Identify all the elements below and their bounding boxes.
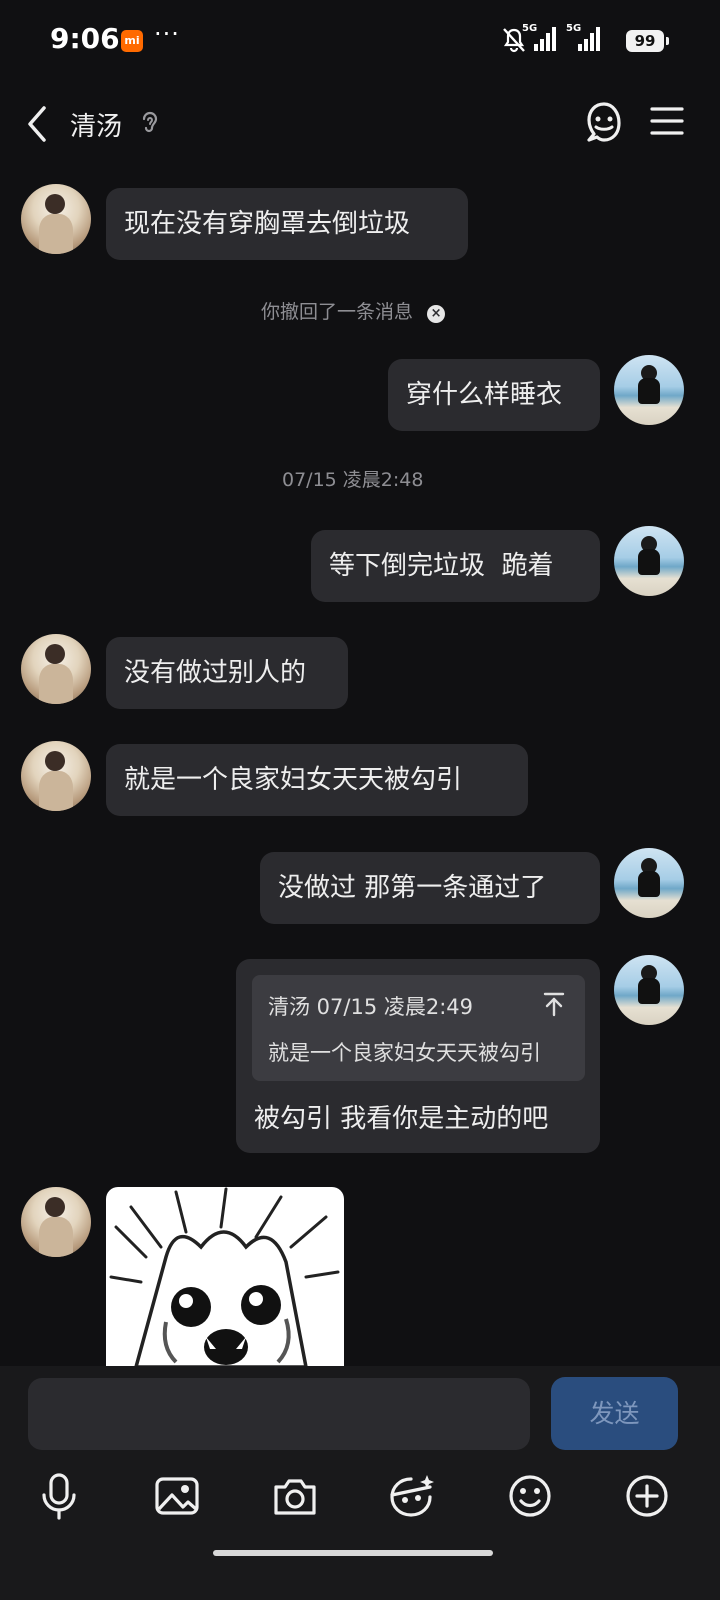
chat-title[interactable]: 清汤 xyxy=(70,106,122,143)
camera-icon[interactable] xyxy=(270,1471,320,1521)
recall-notice-text: 你撤回了一条消息 xyxy=(261,301,414,323)
image-icon[interactable] xyxy=(152,1471,202,1521)
avatar-contact[interactable] xyxy=(21,1187,91,1257)
message-text: 现在没有穿胸罩去倒垃圾 xyxy=(124,209,411,239)
plus-circle-icon[interactable] xyxy=(622,1471,672,1521)
send-button[interactable]: 发送 xyxy=(551,1377,678,1450)
message-input[interactable] xyxy=(28,1378,530,1450)
crying-cat-sticker-icon[interactable] xyxy=(106,1187,344,1367)
input-area: 发送 xyxy=(0,1366,720,1600)
quote-header: 清汤 07/15 凌晨2:49 xyxy=(268,995,474,1019)
message-bubble-received[interactable]: 现在没有穿胸罩去倒垃圾 xyxy=(106,188,468,260)
message-text: 没有做过别人的 xyxy=(124,658,307,688)
message-bubble-sent[interactable]: 穿什么样睡衣 xyxy=(388,359,600,431)
emoji-face-icon[interactable] xyxy=(386,1471,436,1521)
status-time: 9:06 xyxy=(50,22,120,55)
avatar-self[interactable] xyxy=(614,526,684,596)
status-bar: 9:06 mi ··· 5G 5G 99 xyxy=(0,0,720,80)
qq-penguin-icon[interactable] xyxy=(582,100,626,146)
message-text: 穿什么样睡衣 xyxy=(406,380,563,410)
avatar-contact[interactable] xyxy=(21,184,91,254)
recall-notice: 你撤回了一条消息 × xyxy=(261,297,446,324)
battery-icon: 99 xyxy=(626,30,669,52)
message-text: 等下倒完垃圾 跪着 xyxy=(329,551,554,581)
message-bubble-sent[interactable]: 等下倒完垃圾 跪着 xyxy=(311,530,600,602)
message-bubble-received[interactable]: 就是一个良家妇女天天被勾引 xyxy=(106,744,528,816)
jump-to-message-icon[interactable] xyxy=(542,991,566,1017)
hamburger-menu-icon[interactable] xyxy=(650,104,684,138)
message-bubble-sent[interactable]: 没做过 那第一条通过了 xyxy=(260,852,600,924)
avatar-self[interactable] xyxy=(614,848,684,918)
ear-icon[interactable] xyxy=(140,109,160,137)
quote-text: 就是一个良家妇女天天被勾引 xyxy=(268,1041,541,1065)
avatar-contact[interactable] xyxy=(21,741,91,811)
timestamp: 07/15 凌晨2:48 xyxy=(282,469,424,491)
message-bubble-received[interactable]: 没有做过别人的 xyxy=(106,637,348,709)
close-circle-icon[interactable]: × xyxy=(427,305,446,323)
more-notifications-icon: ··· xyxy=(154,20,180,48)
chat-header: 清汤 xyxy=(0,90,720,160)
message-text: 就是一个良家妇女天天被勾引 xyxy=(124,765,463,795)
message-text: 被勾引 我看你是主动的吧 xyxy=(254,1104,549,1134)
home-indicator[interactable] xyxy=(213,1550,493,1556)
quoted-message[interactable]: 清汤 07/15 凌晨2:49 就是一个良家妇女天天被勾引 xyxy=(252,975,585,1081)
smile-icon[interactable] xyxy=(505,1471,555,1521)
microphone-icon[interactable] xyxy=(34,1471,84,1521)
avatar-self[interactable] xyxy=(614,955,684,1025)
mi-notification-icon: mi xyxy=(121,30,143,52)
chevron-left-icon[interactable] xyxy=(22,102,52,146)
message-text: 没做过 那第一条通过了 xyxy=(278,873,547,903)
avatar-contact[interactable] xyxy=(21,634,91,704)
avatar-self[interactable] xyxy=(614,355,684,425)
